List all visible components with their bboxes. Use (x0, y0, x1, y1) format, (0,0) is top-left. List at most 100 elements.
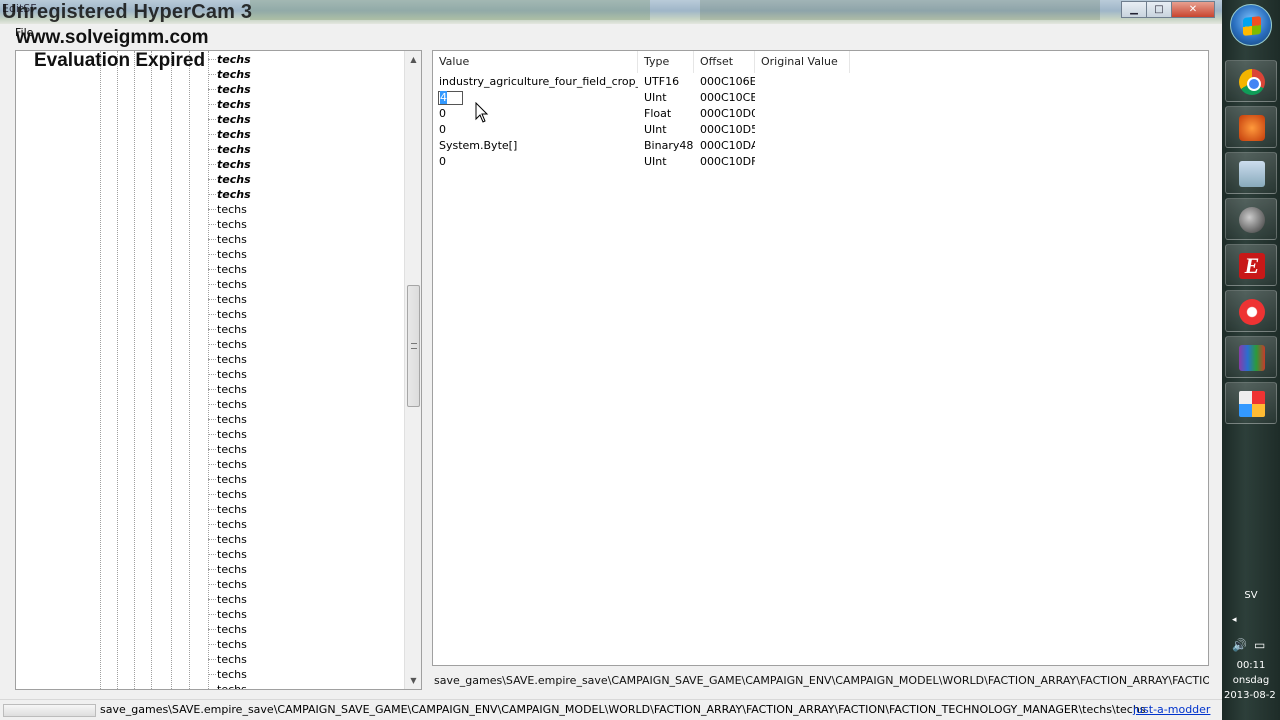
tree-node-techs[interactable]: techs (208, 592, 247, 607)
tree-node-techs[interactable]: techs (208, 217, 247, 232)
taskbar-app-button[interactable] (1225, 198, 1277, 240)
tree-node-techs[interactable]: techs (208, 232, 247, 247)
tree-node-techs[interactable]: techs (208, 67, 251, 82)
table-row[interactable]: 4 UInt 000C10CB (433, 90, 1208, 106)
cell-original-value[interactable] (755, 106, 850, 122)
cell-type[interactable]: UInt (638, 154, 694, 170)
cell-original-value[interactable] (755, 90, 850, 106)
cell-value[interactable]: industry_agriculture_four_field_crop_rot… (433, 74, 638, 90)
tree-node-techs[interactable]: techs (208, 127, 251, 142)
cell-value[interactable]: 0 (433, 154, 638, 170)
cell-type[interactable]: UInt (638, 122, 694, 138)
cell-offset[interactable]: 000C10DF (694, 154, 755, 170)
tree-node-techs[interactable]: techs (208, 277, 247, 292)
tree-node-techs[interactable]: techs (208, 142, 251, 157)
tree-node-techs[interactable]: techs (208, 382, 247, 397)
cell-offset[interactable]: 000C10CB (694, 90, 755, 106)
tree-node-techs[interactable]: techs (208, 682, 247, 689)
clock-time[interactable]: 00:11 (1222, 659, 1280, 673)
tree-node-techs[interactable]: techs (208, 397, 247, 412)
cell-original-value[interactable] (755, 154, 850, 170)
tree-node-techs[interactable]: techs (208, 202, 247, 217)
minimize-button[interactable]: ▁ (1121, 1, 1147, 18)
taskbar-app-button[interactable] (1225, 60, 1277, 102)
cell-value[interactable]: 0 (433, 106, 638, 122)
volume-icon[interactable]: 🔊 (1232, 638, 1247, 652)
cell-offset[interactable]: 000C10D0 (694, 106, 755, 122)
tree-node-techs[interactable]: techs (208, 562, 247, 577)
tree-node-techs[interactable]: techs (208, 187, 251, 202)
tree-node-techs[interactable]: techs (208, 307, 247, 322)
tree-node-techs[interactable]: techs (208, 577, 247, 592)
maximize-button[interactable]: □ (1146, 1, 1172, 18)
tree-node-techs[interactable]: techs (208, 292, 247, 307)
taskbar-app-button[interactable] (1225, 290, 1277, 332)
cell-value[interactable]: System.Byte[] (433, 138, 638, 154)
scroll-down-arrow-icon[interactable]: ▼ (405, 672, 421, 689)
tree-node-techs[interactable]: techs (208, 172, 251, 187)
tree-node-techs[interactable]: techs (208, 607, 247, 622)
column-header-type[interactable]: Type (638, 51, 694, 73)
tree-node-techs[interactable]: techs (208, 352, 247, 367)
tree-view[interactable]: techs techs techs techs techs techs techs techs… (15, 50, 422, 690)
cell-offset[interactable]: 000C10DA (694, 138, 755, 154)
author-link[interactable]: just-a-modder (1133, 703, 1210, 716)
tree-node-techs[interactable]: techs (208, 157, 251, 172)
tree-node-techs[interactable]: techs (208, 517, 247, 532)
column-header-offset[interactable]: Offset (694, 51, 755, 73)
tree-node-techs[interactable]: techs (208, 367, 247, 382)
tree-node-techs[interactable]: techs (208, 112, 251, 127)
tree-node-techs[interactable]: techs (208, 262, 247, 277)
clock-day[interactable]: onsdag (1222, 674, 1280, 688)
cell-value[interactable]: 4 (433, 90, 638, 106)
scroll-up-arrow-icon[interactable]: ▲ (405, 51, 421, 68)
cell-original-value[interactable] (755, 138, 850, 154)
table-row[interactable]: 0 Float 000C10D0 (433, 106, 1208, 122)
column-header-original-value[interactable]: Original Value (755, 51, 850, 73)
taskbar-app-button[interactable] (1225, 336, 1277, 378)
tree-node-techs[interactable]: techs (208, 247, 247, 262)
tree-node-techs[interactable]: techs (208, 532, 247, 547)
table-row[interactable]: 0 UInt 000C10D5 (433, 122, 1208, 138)
taskbar-app-button[interactable] (1225, 152, 1277, 194)
tree-node-techs[interactable]: techs (208, 622, 247, 637)
tree-node-techs[interactable]: techs (208, 412, 247, 427)
tree-node-techs[interactable]: techs (208, 52, 251, 67)
tree-node-techs[interactable]: techs (208, 547, 247, 562)
cell-original-value[interactable] (755, 74, 850, 90)
tree-node-techs[interactable]: techs (208, 427, 247, 442)
value-edit-input[interactable]: 4 (438, 91, 463, 105)
tree-node-techs[interactable]: techs (208, 82, 251, 97)
tree-node-techs[interactable]: techs (208, 667, 247, 682)
clock-date[interactable]: 2013-08-2 (1224, 689, 1280, 703)
value-grid[interactable]: Value Type Offset Original Value industr… (432, 50, 1209, 666)
scroll-thumb[interactable] (407, 285, 420, 407)
menu-file[interactable]: File (15, 26, 33, 39)
tree-node-techs[interactable]: techs (208, 487, 247, 502)
taskbar-app-button[interactable]: E (1225, 244, 1277, 286)
network-icon[interactable]: ▭ (1254, 638, 1265, 652)
tree-node-techs[interactable]: techs (208, 337, 247, 352)
start-button[interactable] (1230, 4, 1272, 46)
tree-node-techs[interactable]: techs (208, 457, 247, 472)
cell-original-value[interactable] (755, 122, 850, 138)
cell-offset[interactable]: 000C106E (694, 74, 755, 90)
tree-node-techs[interactable]: techs (208, 472, 247, 487)
tree-node-techs[interactable]: techs (208, 652, 247, 667)
language-indicator[interactable]: SV (1222, 590, 1280, 601)
cell-offset[interactable]: 000C10D5 (694, 122, 755, 138)
cell-type[interactable]: Float (638, 106, 694, 122)
show-hidden-icons-icon[interactable]: ◂ (1232, 615, 1237, 625)
column-header-value[interactable]: Value (433, 51, 638, 73)
tree-scrollbar[interactable]: ▲ ▼ (404, 51, 421, 689)
cell-type[interactable]: Binary48 (638, 138, 694, 154)
tree-node-techs[interactable]: techs (208, 442, 247, 457)
cell-value[interactable]: 0 (433, 122, 638, 138)
taskbar-app-button[interactable] (1225, 382, 1277, 424)
close-button[interactable]: ✕ (1171, 1, 1215, 18)
cell-type[interactable]: UInt (638, 90, 694, 106)
cell-type[interactable]: UTF16 (638, 74, 694, 90)
tree-node-techs[interactable]: techs (208, 637, 247, 652)
tree-node-techs[interactable]: techs (208, 322, 247, 337)
tree-node-techs[interactable]: techs (208, 502, 247, 517)
